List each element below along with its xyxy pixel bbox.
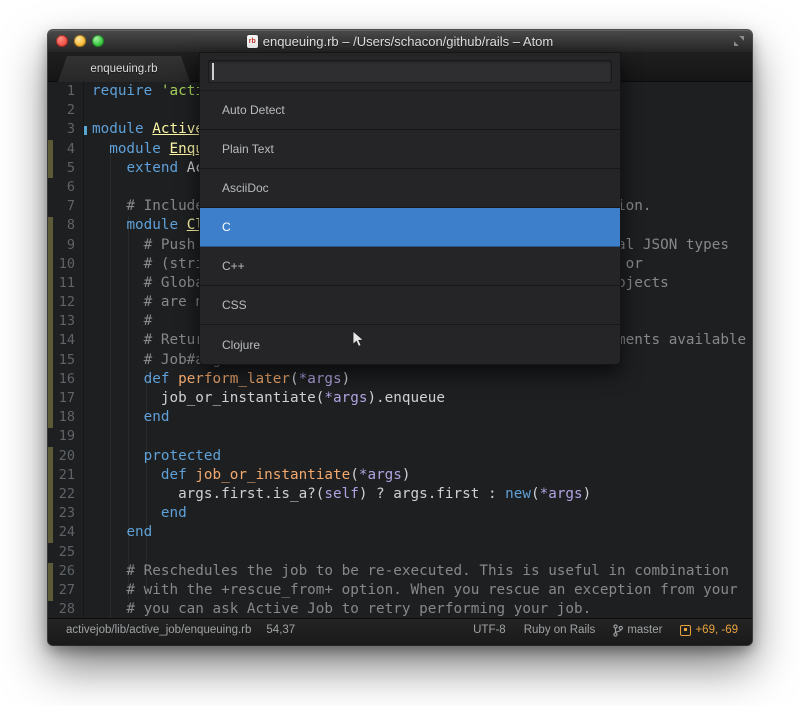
code-line[interactable]: 19 [48,427,752,446]
code-line[interactable]: 27 # with the +rescue_from+ option. When… [48,581,752,600]
fullscreen-icon[interactable] [733,35,745,47]
line-number[interactable]: 16 [48,370,84,389]
code-text [84,101,92,120]
line-number[interactable]: 11 [48,274,84,293]
tab-enqueuing-rb[interactable]: enqueuing.rb [58,56,190,82]
status-branch[interactable]: master [613,624,662,637]
indent-guide [128,216,129,602]
code-line[interactable]: 18 end [48,408,752,427]
gutter-tick-marker [84,126,87,135]
code-line[interactable]: 28 # you can ask Active Job to retry per… [48,600,752,618]
code-line[interactable]: 20 protected [48,447,752,466]
code-text: # you can ask Active Job to retry perfor… [84,600,591,618]
grammar-item[interactable]: CSS [200,286,620,325]
status-encoding[interactable]: UTF-8 [473,624,506,636]
grammar-item[interactable]: C++ [200,247,620,286]
indent-guide [110,140,111,618]
line-number[interactable]: 28 [48,600,84,618]
line-number[interactable]: 22 [48,485,84,504]
line-number[interactable]: 25 [48,543,84,562]
code-text: protected [84,447,221,466]
code-line[interactable]: 23 end [48,504,752,523]
grammar-search-input[interactable] [208,60,612,83]
code-text: args.first.is_a?(self) ? args.first : ne… [84,485,591,504]
code-text: end [84,408,169,427]
code-line[interactable]: 21 def job_or_instantiate(*args) [48,466,752,485]
status-file-path[interactable]: activejob/lib/active_job/enqueuing.rb [66,624,251,636]
line-number[interactable]: 6 [48,178,84,197]
code-line[interactable]: 24 end [48,523,752,542]
indent-guide [146,370,147,600]
git-modified-marker [48,447,53,543]
line-number[interactable]: 4 [48,140,84,159]
line-number[interactable]: 12 [48,293,84,312]
git-modified-marker [48,563,53,601]
line-number[interactable]: 2 [48,101,84,120]
line-number[interactable]: 26 [48,562,84,581]
diff-modified-icon [680,625,691,636]
line-number[interactable]: 17 [48,389,84,408]
code-line[interactable]: 22 args.first.is_a?(self) ? args.first :… [48,485,752,504]
titlebar[interactable]: rb enqueuing.rb – /Users/schacon/github/… [48,30,752,52]
status-branch-label: master [627,624,662,636]
line-number[interactable]: 21 [48,466,84,485]
line-number[interactable]: 8 [48,216,84,235]
line-number[interactable]: 10 [48,255,84,274]
code-line[interactable]: 25 [48,543,752,562]
grammar-item-selected[interactable]: C [200,208,620,247]
code-line[interactable]: 16 def perform_later(*args) [48,370,752,389]
code-text: # with the +rescue_from+ option. When yo… [84,581,738,600]
tab-label: enqueuing.rb [90,63,157,75]
git-modified-marker [48,140,53,178]
code-text [84,178,92,197]
grammar-item[interactable]: Plain Text [200,130,620,169]
line-number[interactable]: 23 [48,504,84,523]
code-line[interactable]: 17 job_or_instantiate(*args).enqueue [48,389,752,408]
line-number[interactable]: 14 [48,331,84,350]
code-text: end [84,504,187,523]
status-diff-label: +69, -69 [695,624,738,636]
line-number[interactable]: 20 [48,447,84,466]
window-title: enqueuing.rb – /Users/schacon/github/rai… [263,34,554,49]
line-number[interactable]: 3 [48,120,84,139]
code-line[interactable]: 26 # Reschedules the job to be re-execut… [48,562,752,581]
code-text: def perform_later(*args) [84,370,350,389]
line-number[interactable]: 7 [48,197,84,216]
git-branch-icon [613,624,623,637]
line-number[interactable]: 19 [48,427,84,446]
document-icon: rb [247,35,258,48]
line-number[interactable]: 1 [48,82,84,101]
code-text: end [84,523,152,542]
line-number[interactable]: 15 [48,351,84,370]
line-number[interactable]: 27 [48,581,84,600]
grammar-item[interactable]: Clojure [200,325,620,364]
grammar-item[interactable]: AsciiDoc [200,169,620,208]
grammar-selector-overlay: Auto DetectPlain TextAsciiDocCC++CSSCloj… [199,52,621,365]
line-number[interactable]: 5 [48,159,84,178]
git-modified-marker [48,217,53,428]
atom-window: rb enqueuing.rb – /Users/schacon/github/… [48,30,752,645]
line-number[interactable]: 9 [48,236,84,255]
code-text: job_or_instantiate(*args).enqueue [84,389,445,408]
code-text: def job_or_instantiate(*args) [84,466,411,485]
status-diff[interactable]: +69, -69 [680,624,738,636]
status-grammar[interactable]: Ruby on Rails [524,624,596,636]
code-text: # Reschedules the job to be re-executed.… [84,562,729,581]
code-text: # [84,312,152,331]
line-number[interactable]: 24 [48,523,84,542]
status-bar: activejob/lib/active_job/enqueuing.rb 54… [48,618,752,645]
line-number[interactable]: 18 [48,408,84,427]
status-cursor-position[interactable]: 54,37 [266,624,295,636]
text-cursor [212,63,214,80]
code-text [84,427,92,446]
grammar-item[interactable]: Auto Detect [200,91,620,130]
code-text [84,543,92,562]
grammar-list: Auto DetectPlain TextAsciiDocCC++CSSCloj… [200,90,620,364]
line-number[interactable]: 13 [48,312,84,331]
